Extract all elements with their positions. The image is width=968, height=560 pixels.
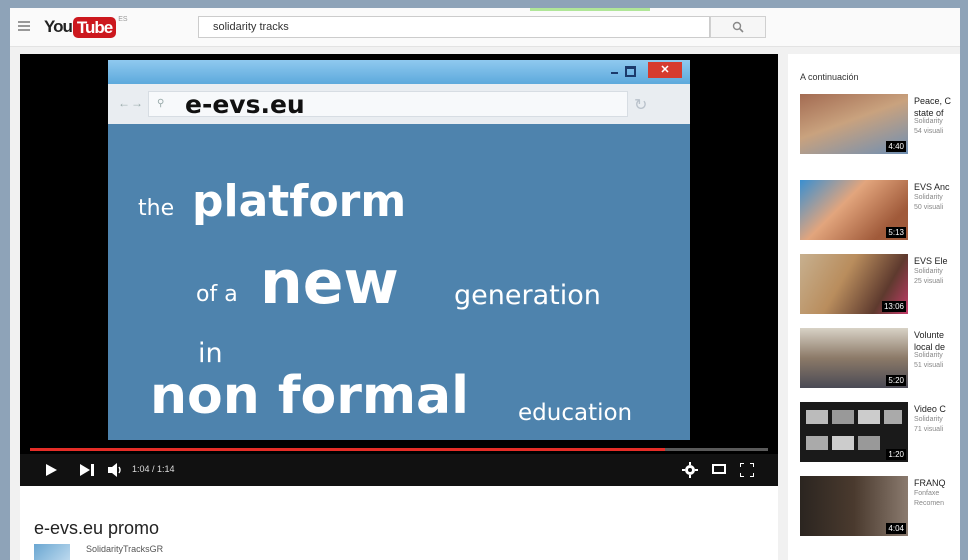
search-icon	[732, 21, 744, 33]
maximize-icon	[625, 66, 636, 77]
video-thumbnail[interactable]: 13:06	[800, 254, 908, 314]
magnifier-icon: ⚲	[157, 98, 165, 109]
video-duration: 13:06	[881, 301, 906, 312]
related-channel: Solidarity	[914, 118, 943, 125]
related-title[interactable]: Volunte	[914, 330, 944, 340]
logo-tube: Tube	[72, 16, 117, 38]
related-title-line2: local de	[914, 342, 946, 352]
time-display: 1:04 / 1:14	[132, 464, 175, 474]
related-sidebar: A continuación 4:40 Peace, C state of So…	[788, 54, 960, 560]
related-title[interactable]: EVS Anc	[914, 182, 950, 192]
progress-bar[interactable]	[30, 448, 768, 451]
channel-avatar[interactable]	[34, 544, 70, 560]
related-channel: Fonfaxe	[914, 490, 940, 497]
video-duration: 4:04	[886, 523, 906, 534]
video-player[interactable]: ✕ ←→ ⚲ e-evs.eu ↻ the platform of a new …	[20, 54, 778, 486]
play-icon[interactable]	[46, 464, 57, 476]
theater-mode-icon[interactable]	[712, 464, 726, 474]
back-forward-icon: ←→	[118, 96, 144, 110]
video-info: e-evs.eu promo SolidarityTracksGR	[20, 486, 778, 560]
related-title-line2: state of	[914, 108, 944, 118]
top-bar: You Tube ES solidarity tracks	[10, 8, 960, 47]
window-titlebar: ✕	[108, 60, 690, 84]
related-channel: Solidarity	[914, 416, 943, 423]
browser-url: e-evs.eu	[185, 90, 305, 119]
related-channel: Solidarity	[914, 194, 943, 201]
refresh-icon: ↻	[634, 97, 648, 114]
video-thumbnail[interactable]: 5:20	[800, 328, 908, 388]
minimize-icon	[610, 65, 620, 75]
player-controls: 1:04 / 1:14	[20, 454, 778, 486]
video-text-education: education	[518, 400, 633, 426]
related-views: 50 visuali	[914, 204, 944, 211]
related-video[interactable]: 1:20 Video C Solidarity 71 visuali	[800, 402, 960, 466]
up-next-label: A continuación	[800, 72, 859, 82]
channel-name[interactable]: SolidarityTracksGR	[86, 544, 163, 554]
related-channel: Solidarity	[914, 268, 943, 275]
video-text-in: in	[198, 338, 223, 369]
related-video[interactable]: 13:06 EVS Ele Solidarity 25 visuali	[800, 254, 960, 318]
search-input[interactable]: solidarity tracks	[198, 16, 710, 38]
progress-played	[30, 448, 665, 451]
search-button[interactable]	[710, 16, 766, 38]
related-title[interactable]: Video C	[914, 404, 946, 414]
video-frame[interactable]: ✕ ←→ ⚲ e-evs.eu ↻ the platform of a new …	[108, 60, 690, 440]
related-video[interactable]: 4:40 Peace, C state of Solidarity 54 vis…	[800, 94, 960, 158]
video-title: e-evs.eu promo	[34, 518, 160, 538]
gear-icon[interactable]	[682, 462, 698, 478]
video-text-new: new	[260, 248, 399, 318]
video-text-the: the	[138, 196, 175, 221]
related-views: 51 visuali	[914, 362, 944, 369]
search-query: solidarity tracks	[213, 21, 289, 33]
video-thumbnail[interactable]: 5:13	[800, 180, 908, 240]
video-duration: 1:20	[886, 449, 906, 460]
logo-region: ES	[118, 16, 128, 23]
related-video[interactable]: 4:04 FRANQ Fonfaxe Recomen	[800, 476, 960, 540]
video-text-generation: generation	[454, 280, 601, 311]
related-views: Recomen	[914, 500, 944, 507]
browser-address-bar: ←→ ⚲ e-evs.eu ↻	[108, 84, 690, 124]
youtube-page: You Tube ES solidarity tracks ✕ ←→ ⚲ e-e…	[10, 8, 960, 560]
video-text-of-a: of a	[196, 282, 238, 307]
url-box: ⚲ e-evs.eu	[148, 90, 628, 119]
video-thumbnail[interactable]: 4:40	[800, 94, 908, 154]
video-duration: 5:13	[886, 227, 906, 238]
menu-icon[interactable]	[18, 21, 30, 31]
next-icon[interactable]	[80, 464, 94, 476]
video-text-platform: platform	[192, 176, 407, 227]
related-views: 71 visuali	[914, 426, 944, 433]
related-title[interactable]: EVS Ele	[914, 256, 948, 266]
related-title[interactable]: Peace, C	[914, 96, 951, 106]
video-duration: 4:40	[886, 141, 906, 152]
volume-icon[interactable]	[108, 463, 124, 477]
fullscreen-icon[interactable]	[740, 463, 754, 477]
video-text-non-formal: non formal	[150, 366, 469, 426]
related-video[interactable]: 5:20 Volunte local de Solidarity 51 visu…	[800, 328, 960, 392]
video-duration: 5:20	[886, 375, 906, 386]
video-thumbnail[interactable]: 1:20	[800, 402, 908, 462]
video-thumbnail[interactable]: 4:04	[800, 476, 908, 536]
related-channel: Solidarity	[914, 352, 943, 359]
logo-you: You	[44, 17, 73, 36]
youtube-logo[interactable]: You Tube ES	[44, 16, 128, 38]
related-video[interactable]: 5:13 EVS Anc Solidarity 50 visuali	[800, 180, 960, 244]
top-accent	[530, 8, 650, 11]
close-icon: ✕	[648, 62, 682, 78]
related-views: 54 visuali	[914, 128, 944, 135]
related-title[interactable]: FRANQ	[914, 478, 946, 488]
related-views: 25 visuali	[914, 278, 944, 285]
